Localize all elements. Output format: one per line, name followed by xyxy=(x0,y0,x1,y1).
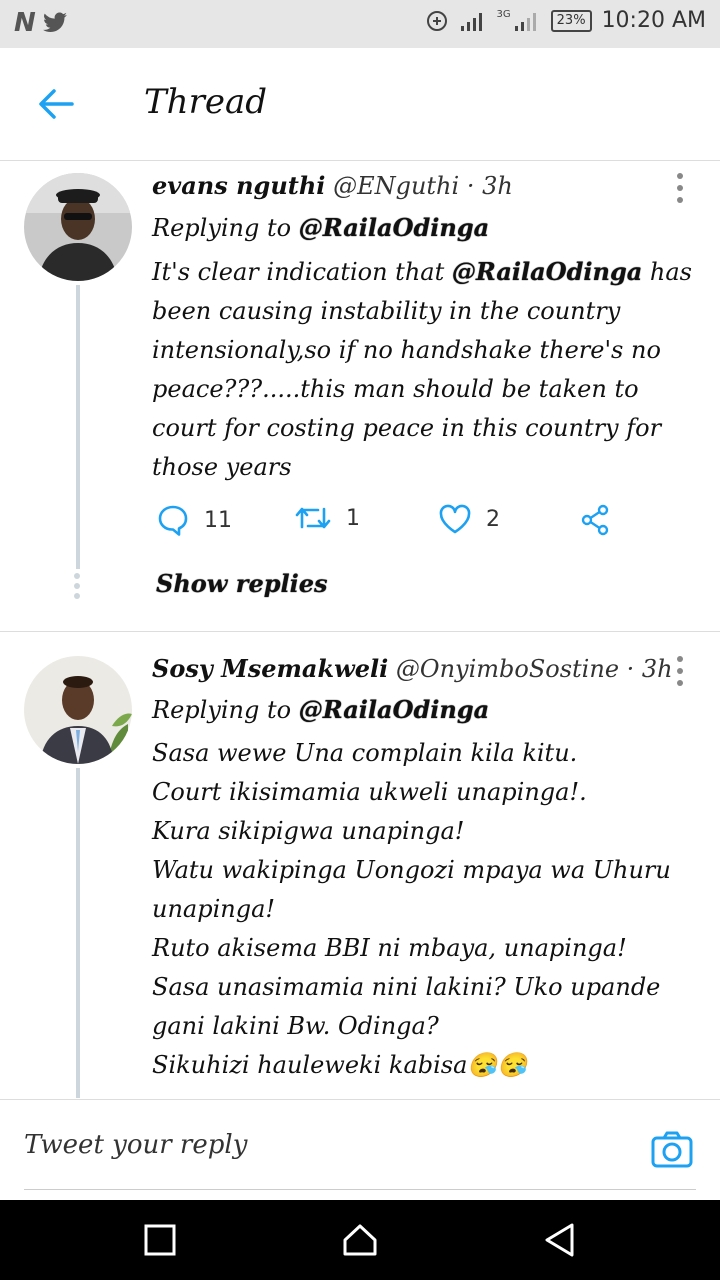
reply-composer: Tweet your reply xyxy=(0,1099,720,1200)
retweet-count: 1 xyxy=(346,505,360,531)
app-n-icon: N xyxy=(14,8,36,38)
show-replies-link[interactable]: Show replies xyxy=(156,569,328,598)
home-icon xyxy=(343,1224,377,1256)
tweet-actions: 11 1 2 xyxy=(152,503,632,547)
top-bar: Thread xyxy=(0,48,720,161)
system-nav-bar xyxy=(0,1200,720,1280)
arrow-left-icon xyxy=(39,89,74,119)
tweet-time: · 3h xyxy=(626,655,673,683)
tweet-header: evans nguthi @ENguthi · 3h xyxy=(152,171,513,200)
replying-mention-link[interactable]: @RailaOdinga xyxy=(299,695,489,724)
share-button[interactable] xyxy=(578,503,612,537)
user-handle[interactable]: @OnyimboSostine xyxy=(396,655,619,683)
clock: 10:20 AM xyxy=(601,8,706,33)
reply-input[interactable]: Tweet your reply xyxy=(24,1130,247,1160)
thread-dots xyxy=(74,573,80,599)
more-options-button[interactable] xyxy=(672,656,688,686)
recents-button[interactable] xyxy=(140,1220,180,1260)
camera-icon xyxy=(651,1131,693,1168)
replying-prefix: Replying to xyxy=(152,696,292,724)
home-button[interactable] xyxy=(340,1220,380,1260)
tweet[interactable]: evans nguthi @ENguthi · 3h Replying to @… xyxy=(0,161,720,632)
back-button[interactable] xyxy=(34,84,78,124)
reply-button[interactable]: 11 xyxy=(156,503,232,537)
user-name[interactable]: evans nguthi xyxy=(152,171,325,200)
share-icon xyxy=(581,504,609,536)
data-saver-icon xyxy=(426,10,447,31)
camera-button[interactable] xyxy=(650,1128,694,1172)
page-title: Thread xyxy=(144,82,267,122)
square-icon xyxy=(144,1224,176,1256)
signal-icon xyxy=(460,12,482,31)
heart-icon xyxy=(439,504,471,534)
retweet-icon xyxy=(295,507,331,529)
like-button[interactable]: 2 xyxy=(438,503,500,535)
thread-line xyxy=(76,285,80,569)
replying-mention-link[interactable]: @RailaOdinga xyxy=(299,213,489,242)
thread-line xyxy=(76,768,80,1098)
twitter-icon xyxy=(42,12,67,32)
replying-to: Replying to @RailaOdinga xyxy=(152,213,489,242)
avatar[interactable] xyxy=(24,173,132,281)
signal-2-icon xyxy=(514,12,536,31)
replying-prefix: Replying to xyxy=(152,214,292,242)
avatar[interactable] xyxy=(24,656,132,764)
divider xyxy=(24,1189,696,1190)
tweet[interactable]: Sosy Msemakweli @OnyimboSostine · 3h Rep… xyxy=(0,632,720,1098)
user-name[interactable]: Sosy Msemakweli xyxy=(152,654,388,683)
mention-link[interactable]: @RailaOdinga xyxy=(452,257,642,286)
tweet-text-start: It's clear indication that xyxy=(152,258,452,286)
battery-indicator: 23% xyxy=(550,9,592,32)
tweet-header: Sosy Msemakweli @OnyimboSostine · 3h xyxy=(152,654,673,683)
triangle-back-icon xyxy=(545,1223,574,1257)
retweet-button[interactable]: 1 xyxy=(294,503,360,533)
reply-icon xyxy=(158,505,188,536)
replying-to: Replying to @RailaOdinga xyxy=(152,695,489,724)
more-options-button[interactable] xyxy=(672,173,688,203)
tweet-text: It's clear indication that @RailaOdinga … xyxy=(152,252,702,487)
tweet-time: · 3h xyxy=(466,172,513,200)
status-bar: N 3G 23% 10:20 AM xyxy=(0,0,720,48)
user-handle[interactable]: @ENguthi xyxy=(333,172,459,200)
tweet-text: Sasa wewe Una complain kila kitu. Court … xyxy=(152,739,671,1079)
network-type: 3G xyxy=(496,9,511,20)
reply-count: 11 xyxy=(204,507,232,533)
back-nav-button[interactable] xyxy=(540,1220,580,1260)
like-count: 2 xyxy=(486,506,500,532)
tweet-text-rest: has been causing instability in the coun… xyxy=(152,258,700,481)
